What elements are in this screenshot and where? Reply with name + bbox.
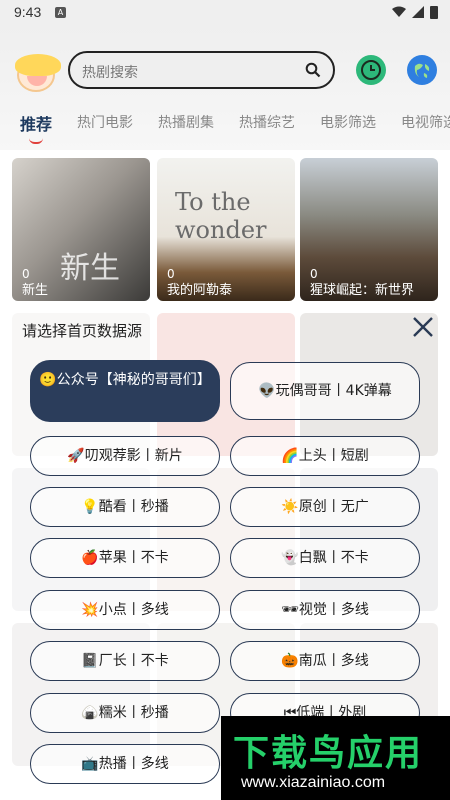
globe-button[interactable] [407, 55, 437, 85]
search-icon[interactable] [305, 62, 321, 78]
poster-card[interactable]: 0 猩球崛起：新世界 [300, 158, 438, 301]
globe-icon [414, 63, 430, 78]
signal-icon [412, 6, 424, 18]
category-tabs: 推荐 热门电影 热播剧集 热播综艺 电影筛选 电视筛选 [0, 108, 450, 148]
avatar[interactable] [15, 54, 61, 92]
source-option[interactable]: 🌈上头丨短剧 [230, 436, 420, 476]
poster-title: 猩球崛起：新世界 [310, 283, 415, 298]
source-option[interactable]: 🕶视觉丨多线 [230, 590, 420, 630]
source-option[interactable]: 👽玩偶哥哥丨4K弹幕 [230, 362, 420, 420]
source-option[interactable]: 🎃南瓜丨多线 [230, 641, 420, 681]
source-option[interactable]: 📺热播丨多线 [30, 744, 220, 784]
source-option[interactable]: 👻白飘丨不卡 [230, 538, 420, 578]
poster-title: 我的阿勒泰 [167, 283, 233, 298]
search-input[interactable]: 热剧搜索 [82, 62, 138, 82]
status-bar: 9:43 A [0, 0, 450, 26]
source-option[interactable]: 🍙糯米丨秒播 [30, 693, 220, 733]
search-bar[interactable]: 热剧搜索 [68, 51, 335, 89]
notification-icon: A [55, 7, 66, 18]
wifi-icon [392, 6, 406, 17]
source-option[interactable]: 🍎苹果丨不卡 [30, 538, 220, 578]
source-option[interactable]: 💥小点丨多线 [30, 590, 220, 630]
poster-card[interactable]: To the wonder 0 我的阿勒泰 [157, 158, 295, 301]
watermark-brand: 下载鸟应用 [233, 733, 424, 774]
watermark-logo: 下载鸟应用 www.xiazainiao.com [221, 716, 450, 800]
battery-icon [430, 6, 438, 19]
poster-card[interactable]: 新生 0 新生 [12, 158, 150, 301]
tab-movie-filter[interactable]: 电影筛选 [320, 112, 376, 132]
source-selector-title: 请选择首页数据源 [22, 322, 143, 340]
poster-art-text: 新生 [60, 251, 120, 286]
poster-title: 新生 [22, 283, 49, 298]
clock-icon [361, 60, 381, 80]
active-tab-indicator [29, 138, 43, 144]
tab-hot-variety[interactable]: 热播综艺 [239, 112, 295, 132]
status-time: 9:43 [14, 4, 42, 20]
history-button[interactable] [356, 55, 386, 85]
source-option-selected[interactable]: 🙂公众号【神秘的哥哥们】 [30, 360, 220, 422]
tab-tv-filter[interactable]: 电视筛选 [401, 112, 450, 132]
tab-hot-movies[interactable]: 热门电影 [77, 112, 133, 132]
poster-art-text: To the wonder [175, 188, 267, 244]
top-bar: 热剧搜索 推荐 热门电影 热播剧集 热播综艺 电影筛选 电视筛选 [0, 26, 450, 150]
tab-recommend[interactable]: 推荐 [20, 111, 52, 135]
source-option[interactable]: 💡酷看丨秒播 [30, 487, 220, 527]
source-option[interactable]: ☀️原创丨无广 [230, 487, 420, 527]
tab-hot-series[interactable]: 热播剧集 [158, 112, 214, 132]
source-option[interactable]: 📓厂长丨不卡 [30, 641, 220, 681]
close-icon[interactable] [410, 314, 436, 340]
status-icons [392, 5, 438, 19]
source-option[interactable]: 🚀叨观荐影丨新片 [30, 436, 220, 476]
watermark-url: www.xiazainiao.com [241, 774, 386, 791]
